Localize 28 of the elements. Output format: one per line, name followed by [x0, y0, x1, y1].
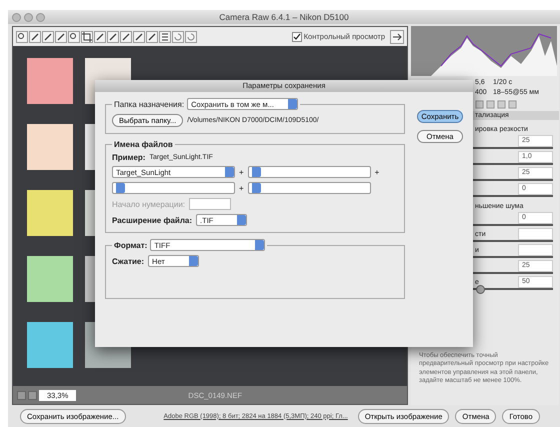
name-part-dropdown[interactable] — [112, 182, 235, 194]
field-label: Папка назначения: — [114, 100, 184, 108]
field-label: Формат: — [114, 240, 148, 250]
name-part-dropdown[interactable] — [248, 166, 371, 178]
field-label: Расширение файла: — [112, 216, 192, 224]
plus-sign: + — [239, 168, 244, 176]
minimize-icon[interactable] — [24, 12, 33, 22]
numbering-input[interactable] — [189, 198, 232, 210]
zoom-out-button[interactable] — [17, 390, 26, 400]
field-label: Сжатие: — [112, 256, 144, 266]
value-field[interactable] — [518, 244, 553, 256]
checkbox[interactable] — [292, 32, 302, 42]
plus-sign: + — [239, 184, 244, 192]
crop-tool-icon[interactable] — [81, 30, 93, 42]
zoom-icon[interactable] — [36, 12, 45, 22]
fullscreen-icon[interactable] — [390, 30, 404, 44]
field-label: Пример: — [112, 153, 146, 162]
section-title: Имена файлов — [114, 140, 173, 149]
rotate-tool-icon[interactable] — [185, 30, 197, 42]
plus-sign: + — [374, 168, 380, 176]
field-label: Начало нумерации: — [112, 200, 186, 208]
list-tool-icon[interactable] — [159, 30, 171, 42]
slider-thumb[interactable] — [476, 285, 485, 294]
close-icon[interactable] — [12, 12, 21, 22]
value-field[interactable] — [518, 228, 553, 240]
name-part-dropdown[interactable] — [248, 182, 371, 194]
window-title: Camera Raw 6.4.1 – Nikon D5100 — [219, 12, 349, 22]
zoom-in-button[interactable] — [28, 390, 37, 400]
